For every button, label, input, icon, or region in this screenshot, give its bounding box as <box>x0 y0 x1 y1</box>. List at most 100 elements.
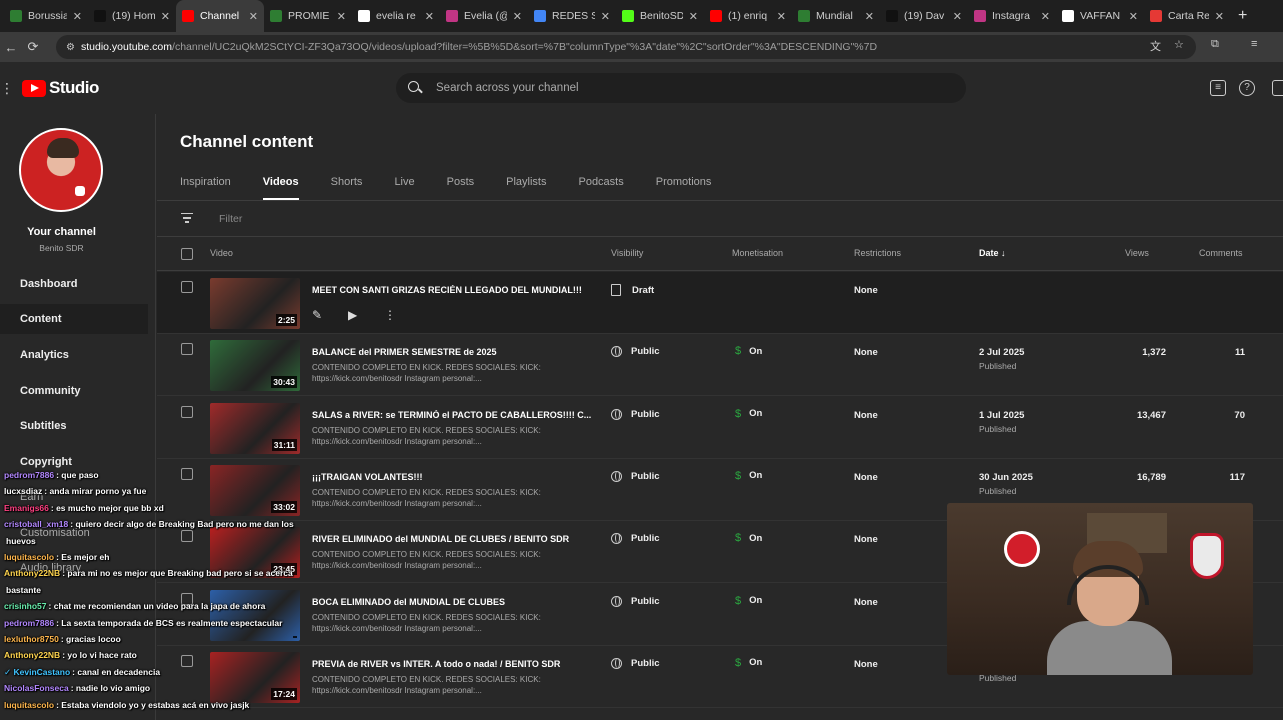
tab-playlists[interactable]: Playlists <box>506 172 546 200</box>
browser-tab[interactable]: BenitoSD ✕ <box>616 0 704 32</box>
row-checkbox[interactable] <box>181 343 193 356</box>
close-tab-icon[interactable]: ✕ <box>425 10 434 23</box>
browser-tab[interactable]: Evelia (@ ✕ <box>440 0 528 32</box>
close-tab-icon[interactable]: ✕ <box>1041 10 1050 23</box>
filter-bar[interactable]: Filter <box>157 201 1283 237</box>
tab-videos[interactable]: Videos <box>262 172 299 200</box>
tab-promotions[interactable]: Promotions <box>656 172 712 200</box>
table-row[interactable]: 31:11 SALAS a RIVER: se TERMINÓ el PACTO … <box>157 397 1283 459</box>
close-tab-icon[interactable]: ✕ <box>777 10 786 23</box>
video-thumbnail[interactable]: 30:43 <box>210 340 300 392</box>
visibility-cell[interactable]: Draft <box>611 284 654 296</box>
close-tab-icon[interactable]: ✕ <box>865 10 874 23</box>
studio-logo[interactable]: Studio <box>22 78 99 98</box>
sidebar-item-dashboard[interactable]: Dashboard <box>0 269 148 299</box>
row-checkbox[interactable] <box>181 467 193 480</box>
bookmark-star-icon[interactable]: ☆ <box>1174 38 1184 51</box>
translate-icon[interactable]: 文 <box>1150 38 1161 54</box>
col-comments[interactable]: Comments <box>1199 248 1243 258</box>
monetisation-cell[interactable]: $ On <box>735 470 762 482</box>
more-options-icon[interactable]: ⋮ <box>384 308 420 322</box>
browser-tab[interactable]: Carta Re ✕ <box>1144 0 1230 32</box>
close-tab-icon[interactable]: ✕ <box>1129 10 1138 23</box>
video-title[interactable]: RIVER ELIMINADO del MUNDIAL DE CLUBES / … <box>312 534 592 544</box>
tab-shorts[interactable]: Shorts <box>331 172 363 200</box>
address-bar[interactable]: ⚙ studio.youtube.com/channel/UC2uQkM2SCt… <box>56 35 1196 59</box>
video-thumbnail[interactable]: 2:25 <box>210 278 300 329</box>
browser-tab[interactable]: Mundial ✕ <box>792 0 880 32</box>
visibility-cell[interactable]: Public <box>611 595 660 607</box>
table-row[interactable]: 30:43 BALANCE del PRIMER SEMESTRE de 2025… <box>157 334 1283 397</box>
sidebar-item-subtitles[interactable]: Subtitles <box>0 411 148 441</box>
browser-tab[interactable]: PROMIE ✕ <box>264 0 352 32</box>
video-title[interactable]: BOCA ELIMINADO del MUNDIAL DE CLUBES <box>312 597 592 607</box>
row-checkbox[interactable] <box>181 405 193 418</box>
close-tab-icon[interactable]: ✕ <box>337 10 346 23</box>
back-icon[interactable]: ← <box>0 40 22 55</box>
browser-tab[interactable]: VAFFAN ✕ <box>1056 0 1144 32</box>
extensions-icon[interactable]: ⧉ <box>1211 38 1219 51</box>
video-title[interactable]: SALAS a RIVER: se TERMINÓ el PACTO DE CA… <box>312 410 592 420</box>
create-icon[interactable] <box>1272 80 1283 96</box>
browser-tab[interactable]: (19) Dav ✕ <box>880 0 968 32</box>
video-title[interactable]: MEET CON SANTI GRIZAS RECIÉN LLEGADO DEL… <box>312 285 592 295</box>
video-title[interactable]: ¡¡¡TRAIGAN VOLANTES!!! <box>312 472 592 482</box>
video-thumbnail[interactable]: 33:02 <box>210 464 300 516</box>
monetisation-cell[interactable]: $ On <box>735 408 762 420</box>
table-row[interactable]: 2:25 MEET CON SANTI GRIZAS RECIÉN LLEGADO… <box>157 272 1283 334</box>
col-restrictions[interactable]: Restrictions <box>854 248 901 258</box>
browser-tab[interactable]: Channel ✕ <box>176 0 264 32</box>
close-tab-icon[interactable]: ✕ <box>1215 10 1224 23</box>
close-tab-icon[interactable]: ✕ <box>513 10 522 23</box>
filter-icon[interactable] <box>181 213 193 223</box>
sidebar-item-analytics[interactable]: Analytics <box>0 340 148 370</box>
new-tab-icon[interactable]: + <box>1238 7 1247 25</box>
tab-inspiration[interactable]: Inspiration <box>180 172 231 200</box>
col-views[interactable]: Views <box>1125 248 1149 258</box>
monetisation-cell[interactable]: $ On <box>735 657 762 669</box>
monetisation-cell[interactable]: $ On <box>735 595 762 607</box>
close-tab-icon[interactable]: ✕ <box>601 10 610 23</box>
youtube-view-icon[interactable]: ▶ <box>348 308 384 322</box>
video-thumbnail[interactable] <box>210 589 300 641</box>
video-title[interactable]: BALANCE del PRIMER SEMESTRE de 2025 <box>312 347 592 357</box>
site-info-icon[interactable]: ⚙ <box>66 42 75 53</box>
visibility-cell[interactable]: Public <box>611 657 660 669</box>
visibility-cell[interactable]: Public <box>611 470 660 482</box>
channel-avatar[interactable] <box>19 128 103 212</box>
tab-posts[interactable]: Posts <box>447 172 475 200</box>
col-visibility[interactable]: Visibility <box>611 248 643 258</box>
visibility-cell[interactable]: Public <box>611 346 660 358</box>
close-tab-icon[interactable]: ✕ <box>689 10 698 23</box>
browser-tab[interactable]: Instagra ✕ <box>968 0 1056 32</box>
visibility-cell[interactable]: Public <box>611 408 660 420</box>
select-all-checkbox[interactable] <box>181 248 193 260</box>
visibility-cell[interactable]: Public <box>611 533 660 545</box>
row-checkbox[interactable] <box>181 530 193 543</box>
tab-podcasts[interactable]: Podcasts <box>578 172 623 200</box>
help-icon[interactable]: ? <box>1239 80 1255 96</box>
browser-tab[interactable]: evelia re ✕ <box>352 0 440 32</box>
search-input[interactable]: Search across your channel <box>396 73 966 103</box>
monetisation-cell[interactable]: $ On <box>735 532 762 544</box>
menu-icon[interactable]: ⋮ <box>0 80 14 97</box>
close-tab-icon[interactable]: ✕ <box>73 10 82 23</box>
monetisation-cell[interactable]: $ On <box>735 345 762 357</box>
browser-tab[interactable]: Borussia ✕ <box>4 0 88 32</box>
sidebar-item-community[interactable]: Community <box>0 376 148 406</box>
browser-tab[interactable]: REDES S ✕ <box>528 0 616 32</box>
video-thumbnail[interactable]: 17:24 <box>210 651 300 703</box>
row-checkbox[interactable] <box>181 654 193 667</box>
side-panel-icon[interactable]: ≡ <box>1251 38 1257 50</box>
video-title[interactable]: PREVIA de RIVER vs INTER. A todo o nada!… <box>312 659 592 669</box>
close-tab-icon[interactable]: ✕ <box>249 10 258 23</box>
browser-tab[interactable]: (19) Hom ✕ <box>88 0 176 32</box>
reload-icon[interactable]: ⟳ <box>22 39 44 55</box>
tab-live[interactable]: Live <box>394 172 414 200</box>
browser-tab[interactable]: (1) enriq ✕ <box>704 0 792 32</box>
col-date[interactable]: Date ↓ <box>979 248 1006 258</box>
video-thumbnail[interactable]: 31:11 <box>210 402 300 454</box>
close-tab-icon[interactable]: ✕ <box>161 10 170 23</box>
col-monetisation[interactable]: Monetisation <box>732 248 783 258</box>
edit-pencil-icon[interactable]: ✎ <box>312 308 348 322</box>
